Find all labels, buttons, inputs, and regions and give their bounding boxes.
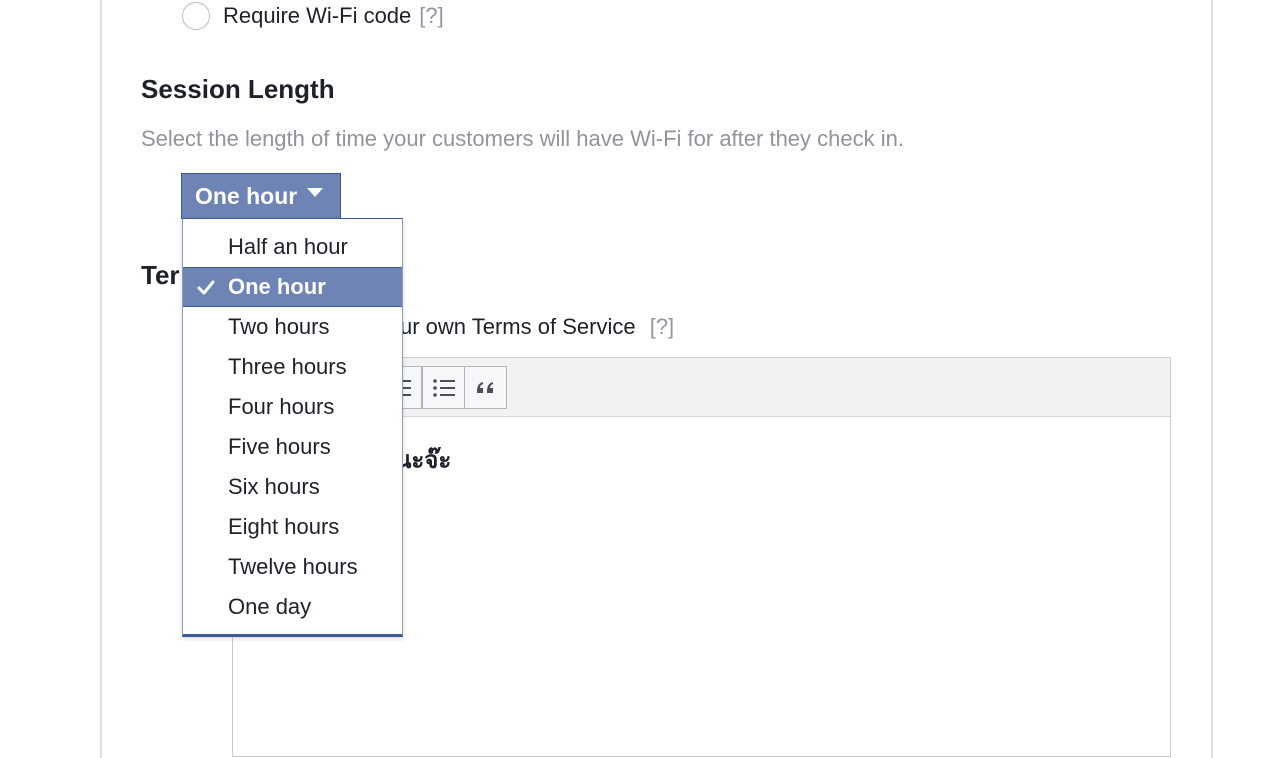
terms-of-service-heading: Ter: [141, 260, 180, 290]
require-wifi-code-label: Require Wi-Fi code: [223, 3, 412, 28]
require-wifi-code-radio[interactable]: [182, 2, 210, 30]
require-wifi-code-option[interactable]: Require Wi-Fi code [?]: [182, 2, 444, 30]
editor-text: นะจ๊ะ: [395, 447, 452, 474]
quote-icon[interactable]: [464, 366, 507, 409]
option-label: One day: [228, 594, 312, 619]
custom-terms-help-link[interactable]: [?]: [650, 314, 674, 339]
option-label: Six hours: [228, 474, 320, 499]
session-length-heading: Session Length: [141, 74, 335, 104]
custom-terms-label: ur own Terms of Service [?]: [400, 314, 674, 340]
session-length-selected-value: One hour: [195, 183, 298, 209]
option-label: Five hours: [228, 434, 331, 459]
custom-terms-label-text: ur own Terms of Service: [400, 314, 636, 339]
session-option-eight-hours[interactable]: Eight hours: [183, 507, 402, 547]
session-option-twelve-hours[interactable]: Twelve hours: [183, 547, 402, 587]
session-length-description: Select the length of time your customers…: [141, 126, 904, 151]
require-wifi-code-help-link[interactable]: [?]: [419, 3, 443, 29]
caret-down-icon: [307, 188, 324, 197]
session-option-four-hours[interactable]: Four hours: [183, 387, 402, 427]
session-option-one-hour[interactable]: One hour: [183, 267, 402, 307]
session-option-two-hours[interactable]: Two hours: [183, 307, 402, 347]
session-option-one-day[interactable]: One day: [183, 587, 402, 627]
session-option-five-hours[interactable]: Five hours: [183, 427, 402, 467]
option-label: Twelve hours: [228, 554, 358, 579]
option-label: Three hours: [228, 354, 347, 379]
option-label: One hour: [228, 274, 326, 299]
session-option-three-hours[interactable]: Three hours: [183, 347, 402, 387]
bulleted-list-icon[interactable]: [422, 366, 465, 409]
checkmark-icon: [197, 280, 215, 295]
option-label: Two hours: [228, 314, 330, 339]
session-option-half-hour[interactable]: Half an hour: [183, 227, 402, 267]
option-label: Eight hours: [228, 514, 340, 539]
option-label: Half an hour: [228, 234, 348, 259]
session-length-select[interactable]: One hour: [181, 173, 341, 219]
session-option-six-hours[interactable]: Six hours: [183, 467, 402, 507]
session-length-dropdown: Half an hour One hour Two hours Three ho…: [182, 218, 403, 637]
option-label: Four hours: [228, 394, 335, 419]
